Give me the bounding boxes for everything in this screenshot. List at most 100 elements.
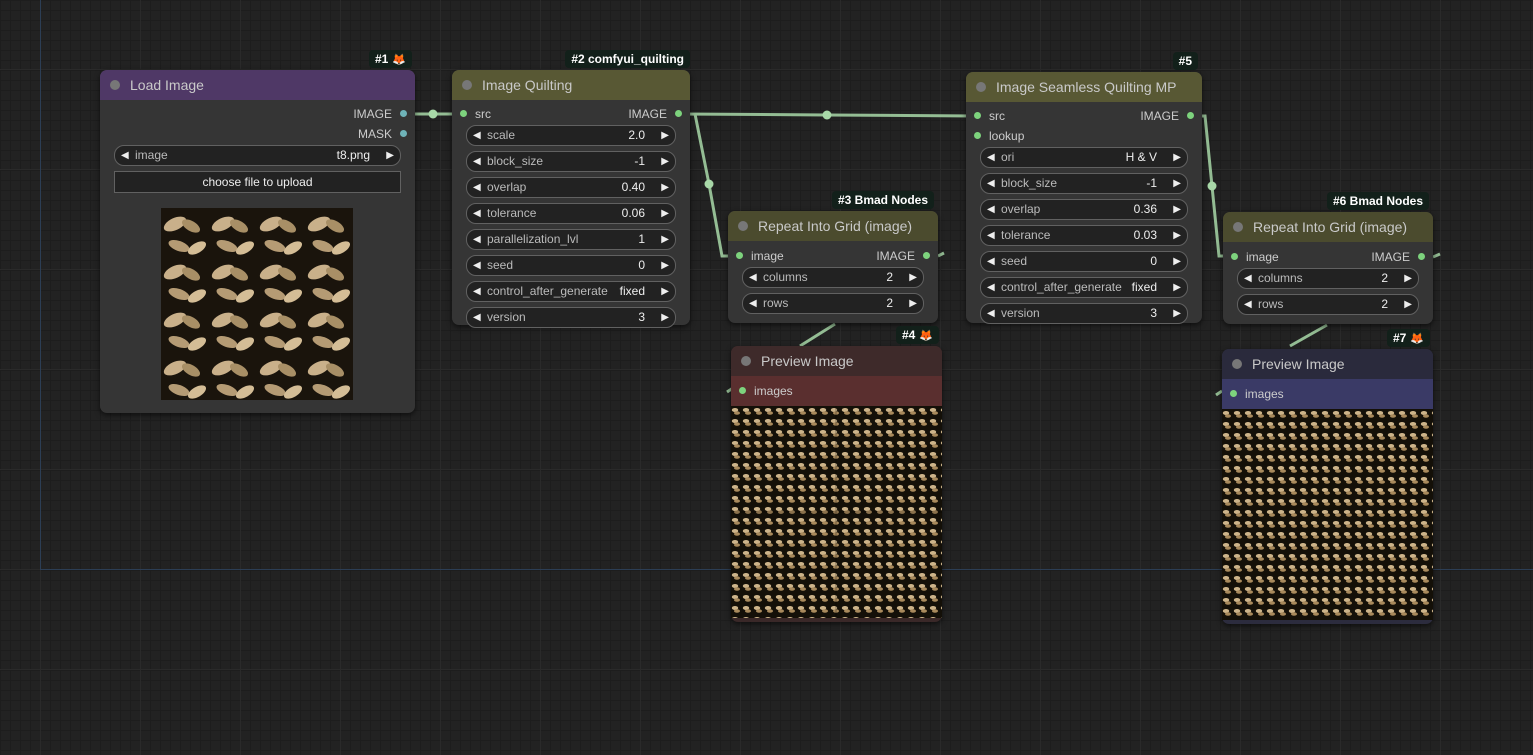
widget-value: fixed (1131, 280, 1157, 294)
widget-columns[interactable]: ◀ columns 2 ▶ (1237, 268, 1419, 289)
node-title[interactable]: Image Seamless Quilting MP (966, 72, 1202, 102)
widget-control-after-generate[interactable]: ◀ control_after_generate fixed ▶ (980, 277, 1188, 298)
node-badge: #3 Bmad Nodes (831, 191, 934, 209)
increment-arrow-icon[interactable]: ▶ (661, 308, 669, 327)
widget-columns[interactable]: ◀ columns 2 ▶ (742, 267, 924, 288)
increment-arrow-icon[interactable]: ▶ (909, 268, 917, 287)
decrement-arrow-icon[interactable]: ◀ (987, 174, 995, 193)
widget-control-after-generate[interactable]: ◀ control_after_generate fixed ▶ (466, 281, 676, 302)
increment-arrow-icon[interactable]: ▶ (661, 256, 669, 275)
input-slot-images[interactable]: images (1230, 379, 1284, 409)
decrement-arrow-icon[interactable]: ◀ (473, 178, 481, 197)
widget-overlap[interactable]: ◀ overlap 0.40 ▶ (466, 177, 676, 198)
widget-block-size[interactable]: ◀ block_size -1 ▶ (980, 173, 1188, 194)
increment-arrow-icon[interactable]: ▶ (1173, 278, 1181, 297)
increment-arrow-icon[interactable]: ▶ (909, 294, 917, 313)
increment-arrow-icon[interactable]: ▶ (661, 230, 669, 249)
upload-button[interactable]: choose file to upload (114, 171, 401, 193)
widget-list: ◀ scale 2.0 ▶ ◀ block_size -1 ▶ ◀ overlap 0.40 ▶ ◀ to… (452, 125, 690, 328)
node-image-quilting[interactable]: #2 comfyui_quilting Image Quilting src I… (452, 50, 690, 328)
output-slot-image[interactable]: IMAGE (1140, 106, 1194, 126)
node-load-image[interactable]: #1 🦊 Load Image IMAGE MASK ◀ image t8.png… (100, 50, 415, 413)
collapse-dot-icon[interactable] (976, 82, 986, 92)
output-slot-mask[interactable]: MASK (100, 124, 415, 144)
increment-arrow-icon[interactable]: ▶ (1173, 148, 1181, 167)
output-slot-image[interactable]: IMAGE (100, 104, 415, 124)
increment-arrow-icon[interactable]: ▶ (661, 152, 669, 171)
increment-arrow-icon[interactable]: ▶ (661, 204, 669, 223)
increment-arrow-icon[interactable]: ▶ (1173, 252, 1181, 271)
decrement-arrow-icon[interactable]: ◀ (987, 226, 995, 245)
node-repeat-into-grid-3[interactable]: #3 Bmad Nodes Repeat Into Grid (image) i… (728, 191, 938, 323)
collapse-dot-icon[interactable] (1233, 222, 1243, 232)
decrement-arrow-icon[interactable]: ◀ (473, 282, 481, 301)
widget-rows[interactable]: ◀ rows 2 ▶ (742, 293, 924, 314)
increment-arrow-icon[interactable]: ▶ (1173, 226, 1181, 245)
node-title[interactable]: Image Quilting (452, 70, 690, 100)
decrement-arrow-icon[interactable]: ◀ (473, 126, 481, 145)
increment-arrow-icon[interactable]: ▶ (1173, 200, 1181, 219)
widget-overlap[interactable]: ◀ overlap 0.36 ▶ (980, 199, 1188, 220)
widget-version[interactable]: ◀ version 3 ▶ (980, 303, 1188, 324)
node-preview-image-7[interactable]: #7 🦊 Preview Image images (1222, 329, 1433, 624)
widget-version[interactable]: ◀ version 3 ▶ (466, 307, 676, 328)
increment-arrow-icon[interactable]: ▶ (661, 178, 669, 197)
node-title[interactable]: Repeat Into Grid (image) (1223, 212, 1433, 242)
decrement-arrow-icon[interactable]: ◀ (1244, 295, 1252, 314)
decrement-arrow-icon[interactable]: ◀ (473, 204, 481, 223)
collapse-dot-icon[interactable] (462, 80, 472, 90)
widget-ori[interactable]: ◀ ori H & V ▶ (980, 147, 1188, 168)
decrement-arrow-icon[interactable]: ◀ (987, 148, 995, 167)
image-combo-widget[interactable]: ◀ image t8.png ▶ (114, 145, 401, 166)
node-repeat-into-grid-6[interactable]: #6 Bmad Nodes Repeat Into Grid (image) i… (1223, 192, 1433, 324)
widget-rows[interactable]: ◀ rows 2 ▶ (1237, 294, 1419, 315)
decrement-arrow-icon[interactable]: ◀ (749, 294, 757, 313)
input-slot-lookup[interactable]: lookup (974, 126, 1024, 146)
node-badge: #2 comfyui_quilting (565, 50, 690, 68)
decrement-arrow-icon[interactable]: ◀ (987, 200, 995, 219)
collapse-dot-icon[interactable] (110, 80, 120, 90)
input-slot-image[interactable]: image (736, 246, 784, 266)
widget-parallelization-lvl[interactable]: ◀ parallelization_lvl 1 ▶ (466, 229, 676, 250)
decrement-arrow-icon[interactable]: ◀ (749, 268, 757, 287)
increment-arrow-icon[interactable]: ▶ (1404, 269, 1412, 288)
widget-list: ◀ columns 2 ▶ ◀ rows 2 ▶ (1223, 268, 1433, 315)
collapse-dot-icon[interactable] (738, 221, 748, 231)
widget-seed[interactable]: ◀ seed 0 ▶ (980, 251, 1188, 272)
node-title[interactable]: Load Image (100, 70, 415, 100)
decrement-arrow-icon[interactable]: ◀ (987, 278, 995, 297)
widget-tolerance[interactable]: ◀ tolerance 0.03 ▶ (980, 225, 1188, 246)
increment-arrow-icon[interactable]: ▶ (1404, 295, 1412, 314)
node-title[interactable]: Preview Image (731, 346, 942, 376)
input-slot-image[interactable]: image (1231, 247, 1279, 267)
output-slot-image[interactable]: IMAGE (876, 246, 930, 266)
widget-scale[interactable]: ◀ scale 2.0 ▶ (466, 125, 676, 146)
increment-arrow-icon[interactable]: ▶ (1173, 174, 1181, 193)
decrement-arrow-icon[interactable]: ◀ (473, 152, 481, 171)
node-preview-image-4[interactable]: #4 🦊 Preview Image images (731, 326, 942, 622)
node-title[interactable]: Preview Image (1222, 349, 1433, 379)
decrement-arrow-icon[interactable]: ◀ (121, 146, 129, 165)
input-slot-src[interactable]: src (974, 106, 1005, 126)
decrement-arrow-icon[interactable]: ◀ (987, 304, 995, 323)
input-slot-images[interactable]: images (739, 376, 793, 406)
node-image-seamless-quilting-mp[interactable]: #5 Image Seamless Quilting MP src IMAGE … (966, 52, 1202, 324)
decrement-arrow-icon[interactable]: ◀ (473, 308, 481, 327)
collapse-dot-icon[interactable] (1232, 359, 1242, 369)
increment-arrow-icon[interactable]: ▶ (1173, 304, 1181, 323)
node-title[interactable]: Repeat Into Grid (image) (728, 211, 938, 241)
decrement-arrow-icon[interactable]: ◀ (473, 230, 481, 249)
decrement-arrow-icon[interactable]: ◀ (473, 256, 481, 275)
decrement-arrow-icon[interactable]: ◀ (987, 252, 995, 271)
decrement-arrow-icon[interactable]: ◀ (1244, 269, 1252, 288)
output-slot-image[interactable]: IMAGE (628, 104, 682, 124)
input-slot-src[interactable]: src (460, 104, 491, 124)
output-slot-image[interactable]: IMAGE (1371, 247, 1425, 267)
widget-block-size[interactable]: ◀ block_size -1 ▶ (466, 151, 676, 172)
increment-arrow-icon[interactable]: ▶ (386, 146, 394, 165)
collapse-dot-icon[interactable] (741, 356, 751, 366)
increment-arrow-icon[interactable]: ▶ (661, 282, 669, 301)
increment-arrow-icon[interactable]: ▶ (661, 126, 669, 145)
widget-tolerance[interactable]: ◀ tolerance 0.06 ▶ (466, 203, 676, 224)
widget-seed[interactable]: ◀ seed 0 ▶ (466, 255, 676, 276)
